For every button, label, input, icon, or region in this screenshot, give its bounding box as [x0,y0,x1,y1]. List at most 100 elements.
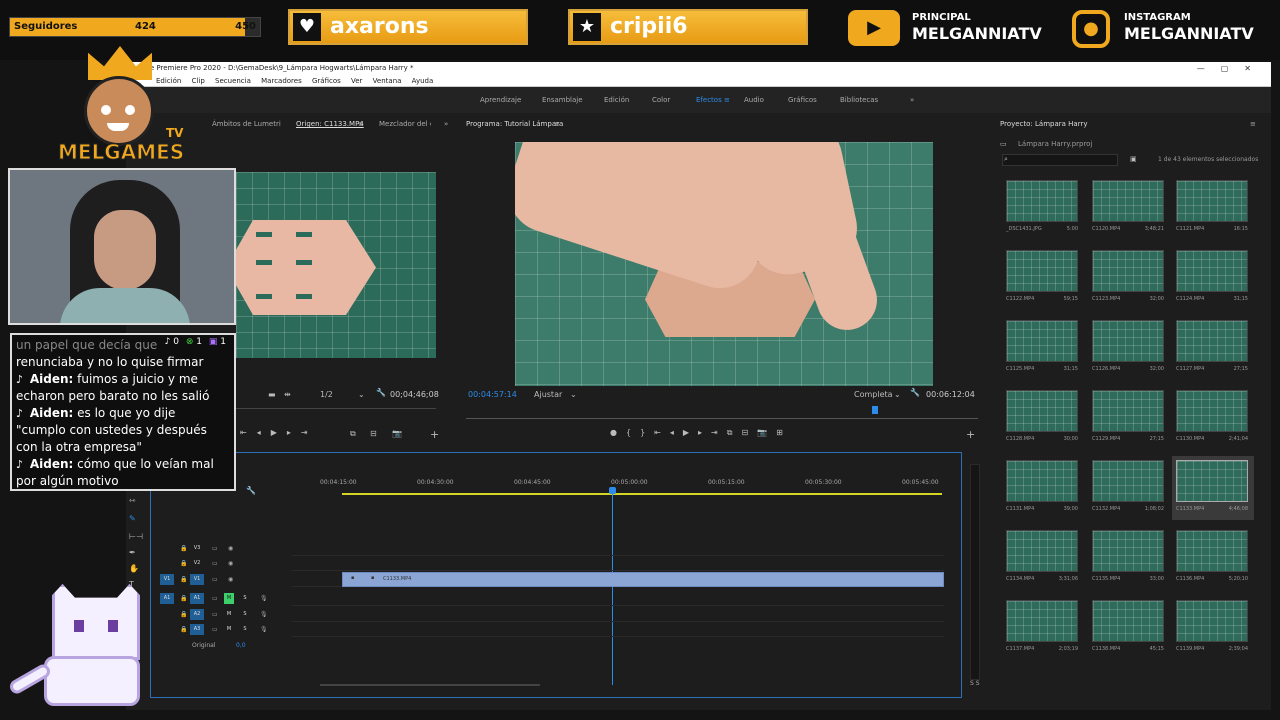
track-target-v1[interactable]: V1 [190,574,204,585]
workspace-aprendizaje[interactable]: Aprendizaje [480,96,521,104]
source-transport-controls[interactable]: ⇤◂▶▸⇥ [240,428,318,437]
voiceover-mic-icon[interactable]: 🎙 [260,595,268,602]
track-lock-icon[interactable]: 🔒 [180,576,187,583]
menu-ventana[interactable]: Ventana [373,77,402,85]
track-sync-lock-icon[interactable]: ▭ [212,576,218,583]
track-sync-lock-icon[interactable]: ▭ [212,595,218,602]
track-lock-icon[interactable]: 🔒 [180,595,187,602]
project-thumbnail[interactable] [1176,320,1248,362]
project-thumbnail[interactable] [1006,600,1078,642]
project-thumbnail[interactable] [1006,250,1078,292]
menu-graficos[interactable]: Gráficos [312,77,341,85]
hand-tool-icon[interactable]: ✋ [129,564,139,573]
project-thumbnail[interactable] [1092,390,1164,432]
original-value[interactable]: 0,0 [236,642,246,649]
solo-button[interactable]: S [240,593,250,604]
project-title[interactable]: Proyecto: Lámpara Harry [1000,116,1087,132]
work-area-bar[interactable] [342,493,942,495]
workspace-edicion[interactable]: Edición [604,96,629,104]
solo-button[interactable]: S [240,624,250,635]
track-target-a2[interactable]: A2 [190,609,204,620]
mute-button[interactable]: M [224,624,234,635]
track-target-v2[interactable]: V2 [190,558,204,569]
mute-button[interactable]: M [224,593,234,604]
program-timecode[interactable]: 00:04:57:14 [468,390,517,399]
track-lock-icon[interactable]: 🔒 [180,545,187,552]
menu-ayuda[interactable]: Ayuda [412,77,434,85]
project-menu-icon[interactable]: ≡ [1250,116,1256,132]
ripple-edit-tool-icon[interactable]: ⇿ [129,496,136,505]
workspace-graficos[interactable]: Gráficos [788,96,817,104]
tab-lumetri-scopes[interactable]: Ámbitos de Lumetri [212,116,281,132]
source-zoom-chevron-icon[interactable]: ⌄ [358,390,365,399]
track-sync-lock-icon[interactable]: ▭ [212,626,218,633]
tab-clip-mixer[interactable]: Mezclador del clip [379,116,431,132]
program-quality-select[interactable]: Completa [854,390,893,399]
window-controls[interactable]: —▢✕ [1197,62,1267,75]
project-thumbnail[interactable] [1006,530,1078,572]
project-thumbnail[interactable] [1176,600,1248,642]
project-thumbnail[interactable] [1176,390,1248,432]
project-thumbnail[interactable] [1006,460,1078,502]
razor-tool-icon[interactable]: ✎ [129,514,136,523]
workspace-menu-icon[interactable]: ≡ [724,96,730,104]
track-sync-lock-icon[interactable]: ▭ [212,611,218,618]
source-patch-v1[interactable]: V1 [160,574,174,585]
program-fit-chevron-icon[interactable]: ⌄ [570,390,577,399]
project-search-input[interactable] [1002,154,1118,166]
program-quality-chevron-icon[interactable]: ⌄ [894,390,901,399]
track-lock-icon[interactable]: 🔒 [180,611,187,618]
more-workspaces-icon[interactable]: » [910,96,914,104]
source-zoom-select[interactable]: 1/2 [320,390,333,399]
source-add-button-icon[interactable]: + [430,428,439,441]
source-insert-icon[interactable]: ⧉ [350,429,356,439]
program-add-button-icon[interactable]: + [966,428,975,441]
source-overwrite-icon[interactable]: ⊟ [370,429,377,438]
slip-tool-icon[interactable]: ⊢⊣ [129,532,143,541]
program-title[interactable]: Programa: Tutorial Lámpara [466,116,563,132]
project-thumbnail[interactable] [1092,460,1164,502]
source-export-frame-icon[interactable]: 📷 [392,429,402,438]
project-thumbnail[interactable] [1092,250,1164,292]
track-target-a1[interactable]: A1 [190,593,204,604]
wrench-settings-icon[interactable]: 🔧 [246,486,256,495]
project-thumbnail[interactable] [1006,320,1078,362]
project-thumbnail[interactable] [1176,180,1248,222]
timeline-clip[interactable]: ▪ ▪ C1133.MP4 [342,572,944,587]
workspace-audio[interactable]: Audio [744,96,764,104]
track-target-v3[interactable]: V3 [190,543,204,554]
track-sync-lock-icon[interactable]: ▭ [212,545,218,552]
voiceover-mic-icon[interactable]: 🎙 [260,611,268,618]
project-thumbnail[interactable] [1176,460,1248,502]
project-thumbnail[interactable] [1176,530,1248,572]
track-lock-icon[interactable]: 🔒 [180,560,187,567]
source-patch-a1[interactable]: A1 [160,593,174,604]
program-scrub-bar[interactable] [466,418,978,419]
playhead-handle[interactable] [609,487,616,494]
program-transport-controls[interactable]: ●{}⇤◂▶▸⇥⧉⊟📷⊞ [610,428,792,438]
more-panels-icon[interactable]: » [444,116,448,132]
project-thumbnail[interactable] [1092,600,1164,642]
project-thumbnail[interactable] [1092,180,1164,222]
program-settings-icon[interactable]: 🔧 [910,388,920,397]
menu-ver[interactable]: Ver [351,77,362,85]
pen-tool-icon[interactable]: ✒ [129,548,136,557]
solo-button[interactable]: S [240,609,250,620]
workspace-efectos[interactable]: Efectos [696,96,722,104]
project-thumbnail[interactable] [1176,250,1248,292]
menu-marcadores[interactable]: Marcadores [261,77,302,85]
program-playhead[interactable] [872,406,878,414]
source-mark-out-icon[interactable]: ⇹ [284,390,291,399]
workspace-bibliotecas[interactable]: Bibliotecas [840,96,878,104]
track-eye-icon[interactable]: ◉ [228,576,233,583]
menu-secuencia[interactable]: Secuencia [215,77,251,85]
source-panel-menu-icon[interactable]: ≡ [358,116,364,132]
program-panel-menu-icon[interactable]: ≡ [554,116,560,132]
workspace-color[interactable]: Color [652,96,670,104]
track-target-a3[interactable]: A3 [190,624,204,635]
new-bin-icon[interactable]: ▣ [1130,155,1137,163]
project-thumbnail[interactable] [1092,320,1164,362]
timeline-zoom-scrollbar[interactable] [320,684,540,686]
menu-clip[interactable]: Clip [192,77,205,85]
track-lock-icon[interactable]: 🔒 [180,626,187,633]
